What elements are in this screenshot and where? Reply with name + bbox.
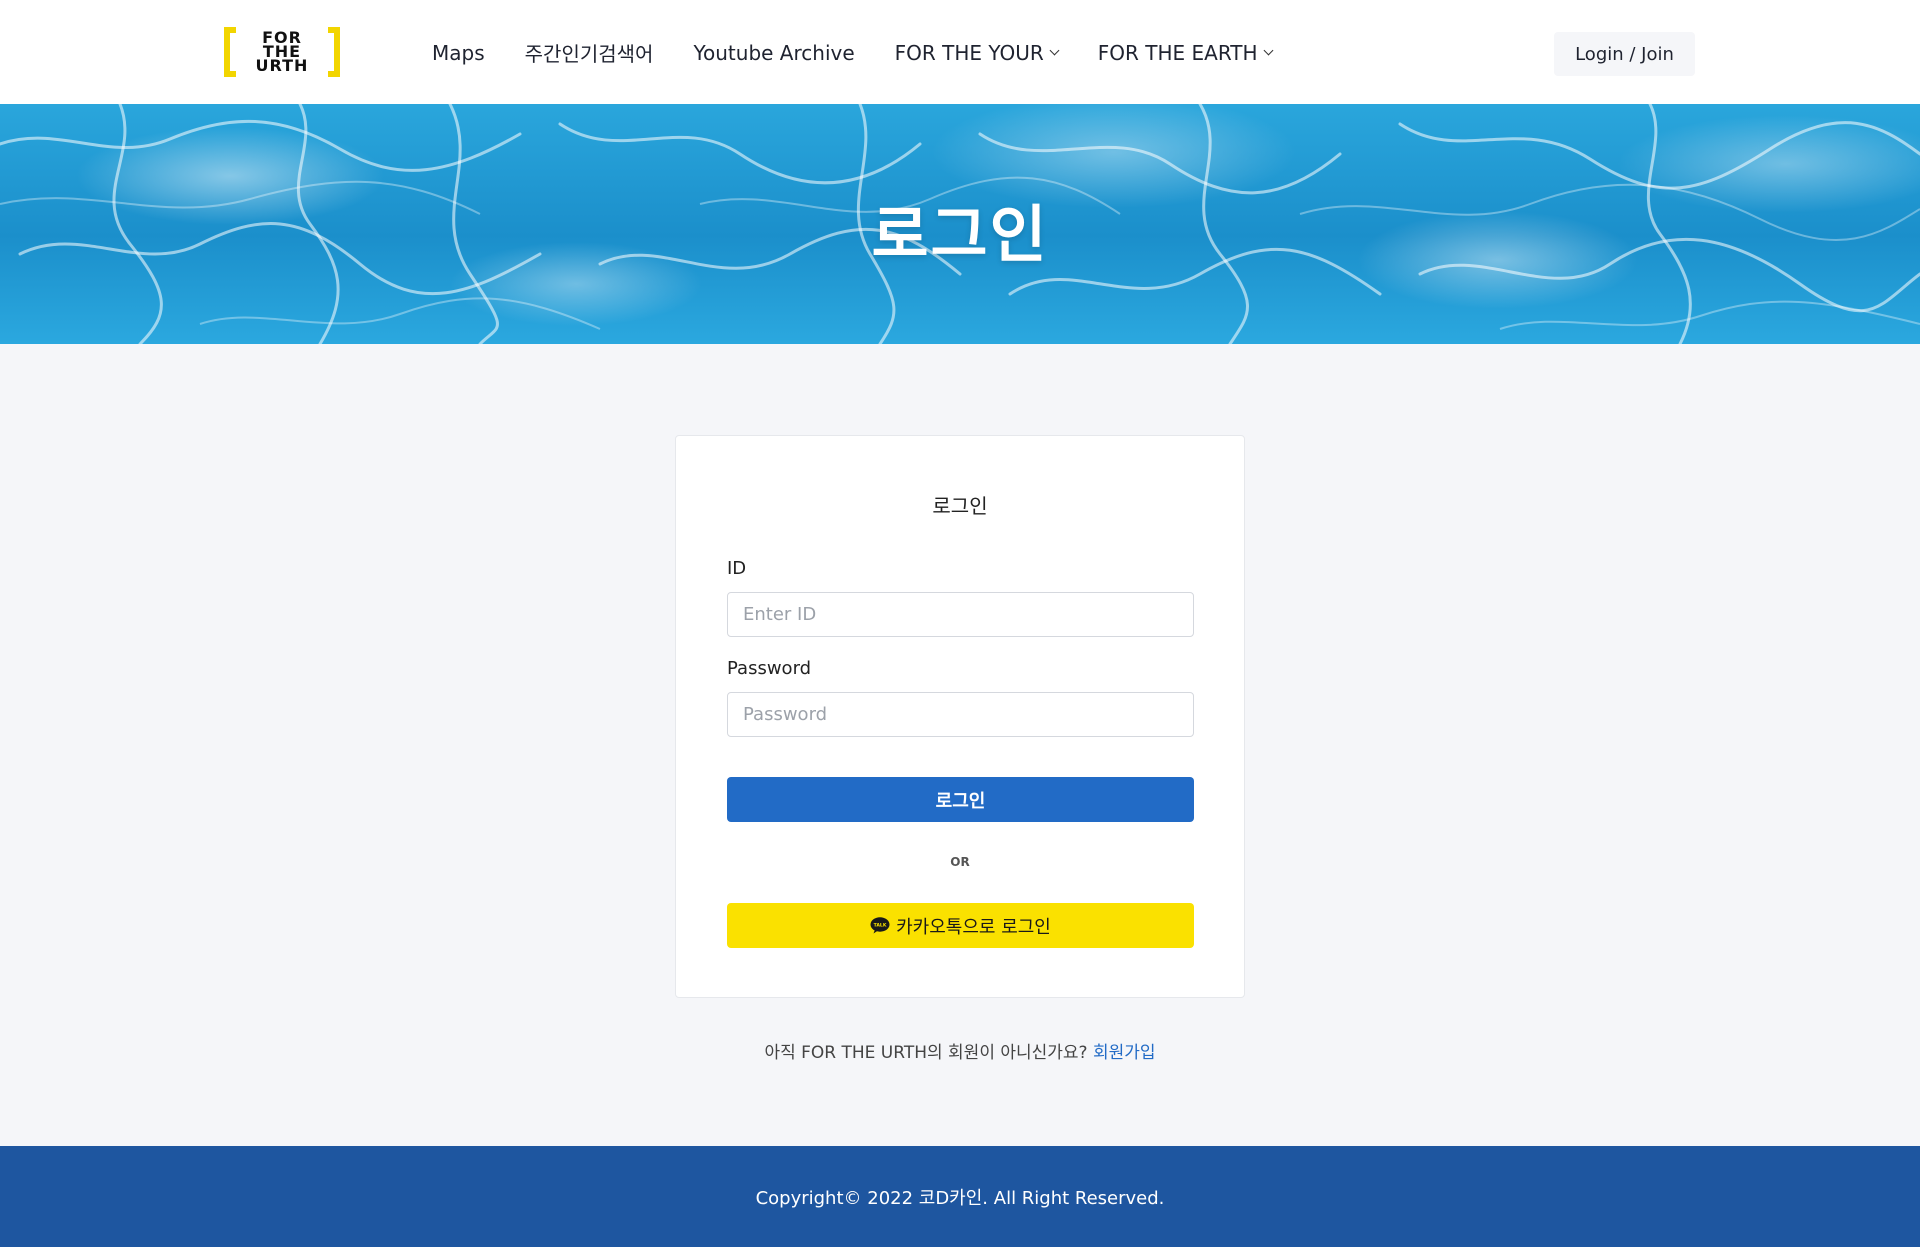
nav-item-label: Youtube Archive [693,40,855,65]
site-footer: Copyright© 2022 코D카인. All Right Reserved… [0,1146,1920,1247]
password-input[interactable] [727,692,1194,737]
kakao-icon-text: TALK [874,922,887,928]
logo-wordmark: FOR THE URTH [255,30,309,75]
id-label: ID [727,558,747,579]
logo-bracket-left [224,27,236,77]
hero-title: 로그인 [871,198,1049,271]
chevron-down-icon [1263,45,1274,55]
login-join-button[interactable]: Login / Join [1554,32,1695,76]
site-header: FOR THE URTH Maps 주간인기검색어 Youtube Archiv… [0,0,1920,104]
password-label: Password [727,658,812,679]
nav-item-for-the-earth[interactable]: FOR THE EARTH [1097,40,1274,65]
nav-item-label: FOR THE YOUR [894,40,1044,65]
chevron-down-icon [1049,45,1060,55]
login-submit-button[interactable]: 로그인 [727,777,1194,822]
hero-banner: 로그인 [0,104,1920,344]
kakao-talk-bubble-icon: TALK [870,917,890,934]
kakao-login-button[interactable]: TALK 카카오톡으로 로그인 [727,903,1194,948]
login-card: 로그인 ID Password 로그인 OR TALK 카카오톡으로 로그인 [675,435,1245,998]
nav-item-maps[interactable]: Maps [432,41,485,65]
nav-item-label: FOR THE EARTH [1097,40,1258,65]
signup-prompt: 아직 FOR THE URTH의 회원이 아니신가요? 회원가입 [0,1038,1920,1063]
kakao-login-label: 카카오톡으로 로그인 [896,916,1051,938]
login-card-title: 로그인 [932,494,988,518]
logo-line-3: URTH [255,56,309,75]
nav-item-weekly-popular-searches[interactable]: 주간인기검색어 [525,38,654,67]
nav-item-label: 주간인기검색어 [524,42,654,66]
nav-item-label: Maps [432,40,485,65]
logo-bracket-right [328,27,340,77]
id-input[interactable] [727,592,1194,637]
main-nav: Maps 주간인기검색어 Youtube Archive FOR THE YOU… [432,38,1312,67]
nav-item-for-the-your[interactable]: FOR THE YOUR [894,40,1060,65]
or-divider: OR [950,855,970,869]
site-logo[interactable]: FOR THE URTH [224,27,340,77]
signup-link[interactable]: 회원가입 [1093,1043,1156,1063]
signup-prompt-text: 아직 FOR THE URTH의 회원이 아니신가요? [764,1043,1093,1063]
footer-copyright: Copyright© 2022 코D카인. All Right Reserved… [755,1187,1165,1209]
nav-item-youtube-archive[interactable]: Youtube Archive [693,41,854,65]
